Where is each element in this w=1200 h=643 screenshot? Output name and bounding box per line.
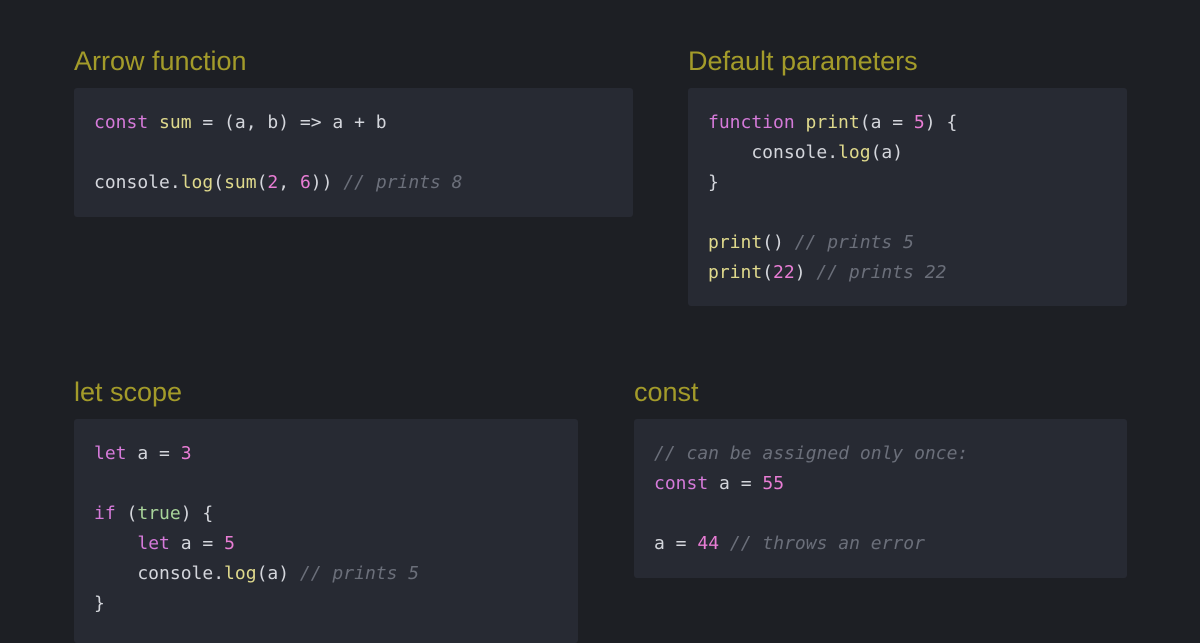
code-token: console. [708,142,839,163]
code-line: let a = 5 [94,529,578,559]
code-token: const [94,112,149,133]
code-token: a = [126,443,181,464]
code-line: print(22) // prints 22 [708,258,1127,288]
code-line: print() // prints 5 [708,228,1127,258]
code-token: (a) [256,563,300,584]
section-heading: let scope [74,377,183,407]
code-token: print [708,262,763,283]
code-token: // prints 5 [299,563,420,584]
code-token: 55 [762,473,785,494]
code-token: // throws an error [729,533,925,554]
code-line: a = 44 // throws an error [654,529,1127,559]
code-token: // prints 5 [794,232,914,253]
code-token: = (a, b) => a + b [191,112,387,133]
code-line: if (true) { [94,499,578,529]
code-token: ( [213,172,225,193]
code-line: console.log(sum(2, 6)) // prints 8 [94,168,633,198]
code-token: (a) [870,142,904,163]
code-token: if [94,503,116,524]
code-line: const a = 55 [654,469,1127,499]
code-token: ) { [924,112,958,133]
section-heading: Arrow function [74,46,247,76]
code-token: // prints 22 [816,262,947,283]
section-heading: const [634,377,699,407]
code-line: } [708,168,1127,198]
code-line: // can be assigned only once: [654,439,1127,469]
code-block: // can be assigned only once: const a = 5… [634,419,1127,578]
code-line: console.log(a) // prints 5 [94,559,578,589]
code-token: sum [224,172,257,193]
code-token: (a = [859,112,914,133]
code-token: console. [94,563,225,584]
code-token: log [224,563,257,584]
code-token: 5 [913,112,925,133]
code-token: true [137,503,181,524]
code-block: const sum = (a, b) => a + b console.log(s… [74,88,633,217]
code-block: let a = 3 if (true) { let a = 5 console.l… [74,419,578,643]
code-token: )) [310,172,344,193]
code-token: a = [708,473,763,494]
code-token: 5 [224,533,235,554]
code-line: let a = 3 [94,439,578,469]
code-line: const sum = (a, b) => a + b [94,108,633,138]
code-token: sum [159,112,192,133]
code-line: } [94,589,578,619]
code-token: let [137,533,170,554]
code-token: () [762,232,795,253]
code-token: 3 [180,443,192,464]
code-token: } [708,172,719,193]
code-token: ( [256,172,268,193]
code-token: print [708,232,763,253]
code-token: 44 [697,533,720,554]
code-token: ( [115,503,138,524]
code-token: 6 [299,172,311,193]
section-heading: Default parameters [688,46,918,76]
code-token: ( [762,262,774,283]
code-line: console.log(a) [708,138,1127,168]
code-token: log [180,172,214,193]
code-token: print [805,112,860,133]
code-token: const [654,473,709,494]
code-token: 22 [773,262,795,283]
code-token: console. [94,172,181,193]
code-token: ) { [180,503,214,524]
code-token: , [278,172,300,193]
code-token: a = [169,533,225,554]
code-token: } [94,593,105,614]
code-line: function print(a = 5) { [708,108,1127,138]
code-token: 2 [267,172,279,193]
code-block: function print(a = 5) { console.log(a)} p… [688,88,1127,306]
code-token: // prints 8 [343,172,463,193]
code-token: ) [794,262,817,283]
code-token: function [708,112,795,133]
code-token: log [838,142,871,163]
code-token: let [94,443,127,464]
code-token: a = [654,533,698,554]
code-token: // can be assigned only once: [654,443,969,464]
